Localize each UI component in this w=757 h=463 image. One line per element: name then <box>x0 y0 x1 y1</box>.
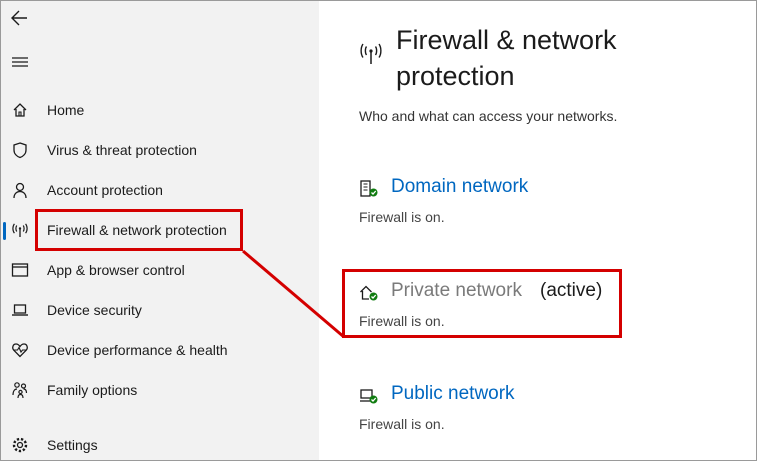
app-window-icon <box>11 263 29 277</box>
domain-network-link[interactable]: Domain network <box>391 176 528 198</box>
sidebar-item-settings[interactable]: Settings <box>1 427 319 463</box>
hamburger-icon <box>12 57 28 67</box>
active-indicator <box>3 222 6 240</box>
sidebar-item-app-browser-control[interactable]: App & browser control <box>1 252 319 288</box>
page-subtitle: Who and what can access your networks. <box>359 108 618 124</box>
network-status: Firewall is on. <box>359 416 445 432</box>
back-arrow-icon <box>11 10 27 26</box>
highlight-box-sidebar <box>35 209 243 251</box>
domain-network-icon <box>360 180 378 197</box>
home-icon <box>13 103 27 117</box>
sidebar-item-label: Device performance & health <box>47 342 228 358</box>
hamburger-menu-button[interactable] <box>10 52 30 72</box>
sidebar-item-label: Settings <box>47 437 98 453</box>
network-status: Firewall is on. <box>359 209 445 225</box>
page-title: Firewall & network protection <box>396 25 617 91</box>
family-icon <box>12 382 28 399</box>
sidebar-item-device-performance-health[interactable]: Device performance & health <box>1 332 319 368</box>
sidebar-item-account-protection[interactable]: Account protection <box>1 172 319 208</box>
sidebar-item-device-security[interactable]: Device security <box>1 292 319 328</box>
sidebar-item-home[interactable]: Home <box>1 92 319 128</box>
sidebar-item-label: Family options <box>47 382 138 398</box>
public-network-icon <box>360 389 378 404</box>
highlight-box-private-network <box>342 269 622 338</box>
sidebar-item-label: App & browser control <box>47 262 185 278</box>
back-button[interactable] <box>9 7 31 29</box>
sidebar-item-family-options[interactable]: Family options <box>1 372 319 408</box>
sidebar-item-label: Account protection <box>47 182 163 198</box>
shield-icon <box>13 142 27 159</box>
sidebar-item-label: Device security <box>47 302 142 318</box>
public-network-link[interactable]: Public network <box>391 383 515 405</box>
laptop-icon <box>12 304 28 316</box>
sidebar-item-label: Virus & threat protection <box>47 142 197 158</box>
person-icon <box>13 182 27 199</box>
wireless-antenna-icon <box>360 43 382 64</box>
heart-pulse-icon <box>12 343 28 358</box>
sidebar-item-label: Home <box>47 102 85 118</box>
gear-icon <box>12 437 28 453</box>
sidebar-item-virus-threat-protection[interactable]: Virus & threat protection <box>1 132 319 168</box>
wireless-antenna-icon <box>12 223 28 237</box>
